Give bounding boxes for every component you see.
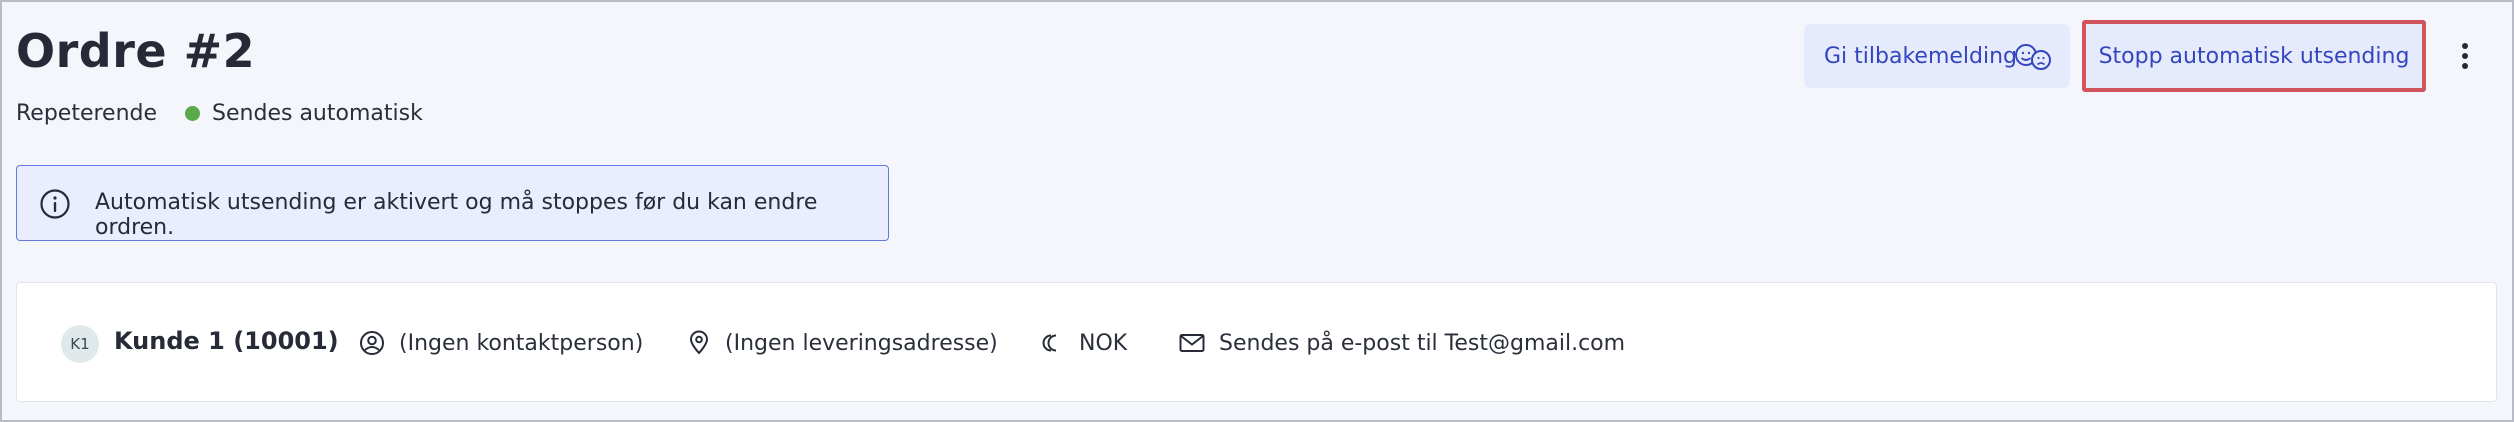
avatar: K1 [61, 325, 99, 363]
customer-summary-card: K1 Kunde 1 (10001) (Ingen kontaktperson)… [16, 282, 2497, 402]
more-vertical-icon [2462, 43, 2468, 69]
feedback-faces-icon [2015, 44, 2051, 70]
feedback-button-label: Gi tilbakemelding [1824, 43, 2018, 69]
auto-send-notice: Automatisk utsending er aktivert og må s… [16, 165, 889, 241]
delivery-method-label: Sendes på e-post til Test@gmail.com [1219, 330, 1626, 356]
info-icon [40, 189, 70, 219]
customer-name-link[interactable]: Kunde 1 (10001) [114, 327, 339, 355]
delivery-method-field[interactable]: Sendes på e-post til Test@gmail.com [1179, 327, 1625, 359]
stop-auto-send-button[interactable]: Stopp automatisk utsending [2082, 20, 2426, 92]
order-header-panel: Ordre #2 Repeterende Sendes automatisk G… [0, 0, 2514, 422]
page-title: Ordre #2 [16, 24, 256, 78]
stop-auto-send-label: Stopp automatisk utsending [2098, 43, 2410, 69]
delivery-address-field[interactable]: (Ingen leveringsadresse) [687, 327, 998, 359]
contact-person-label: (Ingen kontaktperson) [399, 330, 644, 356]
delivery-address-label: (Ingen leveringsadresse) [725, 330, 998, 356]
user-circle-icon [360, 331, 384, 355]
status-dot-icon [185, 105, 201, 121]
order-status-label: Sendes automatisk [212, 100, 423, 126]
currency-field[interactable]: NOK [1039, 327, 1127, 359]
order-type-label: Repeterende [16, 100, 158, 126]
feedback-button[interactable]: Gi tilbakemelding [1804, 24, 2070, 88]
mail-icon [1179, 334, 1205, 352]
more-options-button[interactable] [2442, 24, 2488, 88]
location-pin-icon [689, 330, 709, 355]
notice-text: Automatisk utsending er aktivert og må s… [95, 190, 818, 240]
currency-label: NOK [1079, 330, 1128, 356]
order-status-line: Repeterende Sendes automatisk [16, 98, 423, 128]
contact-person-field[interactable]: (Ingen kontaktperson) [359, 327, 643, 359]
coins-icon [1042, 334, 1057, 352]
